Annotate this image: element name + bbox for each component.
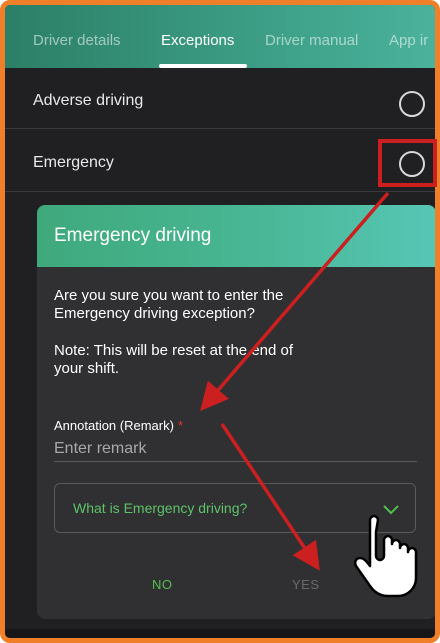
- dialog-title: Emergency driving: [54, 225, 212, 246]
- radio-unchecked-icon[interactable]: [399, 91, 425, 117]
- yes-button[interactable]: YES: [292, 577, 320, 592]
- dialog-message: Are you sure you want to enter the Emerg…: [54, 287, 384, 323]
- required-mark: *: [177, 418, 184, 433]
- tab-driver-manual[interactable]: Driver manual: [265, 32, 358, 49]
- annotation-label-text: Annotation (Remark): [54, 418, 174, 433]
- dialog-message-line: Emergency driving exception?: [54, 305, 255, 322]
- tab-exceptions[interactable]: Exceptions: [161, 32, 234, 49]
- no-button[interactable]: NO: [152, 577, 173, 592]
- exception-row-adverse-driving[interactable]: Adverse driving: [5, 68, 435, 129]
- dialog-note-line: Note: This will be reset at the end of: [54, 342, 294, 359]
- dialog-note: Note: This will be reset at the end of y…: [54, 342, 384, 378]
- tab-app-info[interactable]: App ir: [389, 32, 428, 49]
- bottom-strip: [5, 629, 435, 638]
- tab-driver-details[interactable]: Driver details: [33, 32, 121, 49]
- expander-label: What is Emergency driving?: [73, 500, 248, 516]
- emergency-driving-dialog: Emergency driving Are you sure you want …: [37, 205, 435, 619]
- dialog-header: Emergency driving: [37, 205, 435, 267]
- dialog-message-line: Are you sure you want to enter the: [54, 287, 284, 304]
- radio-unchecked-icon[interactable]: [399, 151, 425, 177]
- annotation-label: Annotation (Remark) *: [54, 418, 183, 433]
- app-frame: Driver details Exceptions Driver manual …: [0, 0, 440, 643]
- exception-row-emergency[interactable]: Emergency: [5, 131, 435, 192]
- row-label-emergency: Emergency: [33, 154, 114, 171]
- dialog-note-line: your shift.: [54, 360, 120, 377]
- remark-input[interactable]: [54, 437, 417, 462]
- tab-bar: Driver details Exceptions Driver manual …: [5, 5, 435, 68]
- what-is-emergency-expander[interactable]: What is Emergency driving?: [54, 483, 416, 533]
- row-label-adverse-driving: Adverse driving: [33, 92, 144, 109]
- chevron-down-icon: [383, 502, 399, 520]
